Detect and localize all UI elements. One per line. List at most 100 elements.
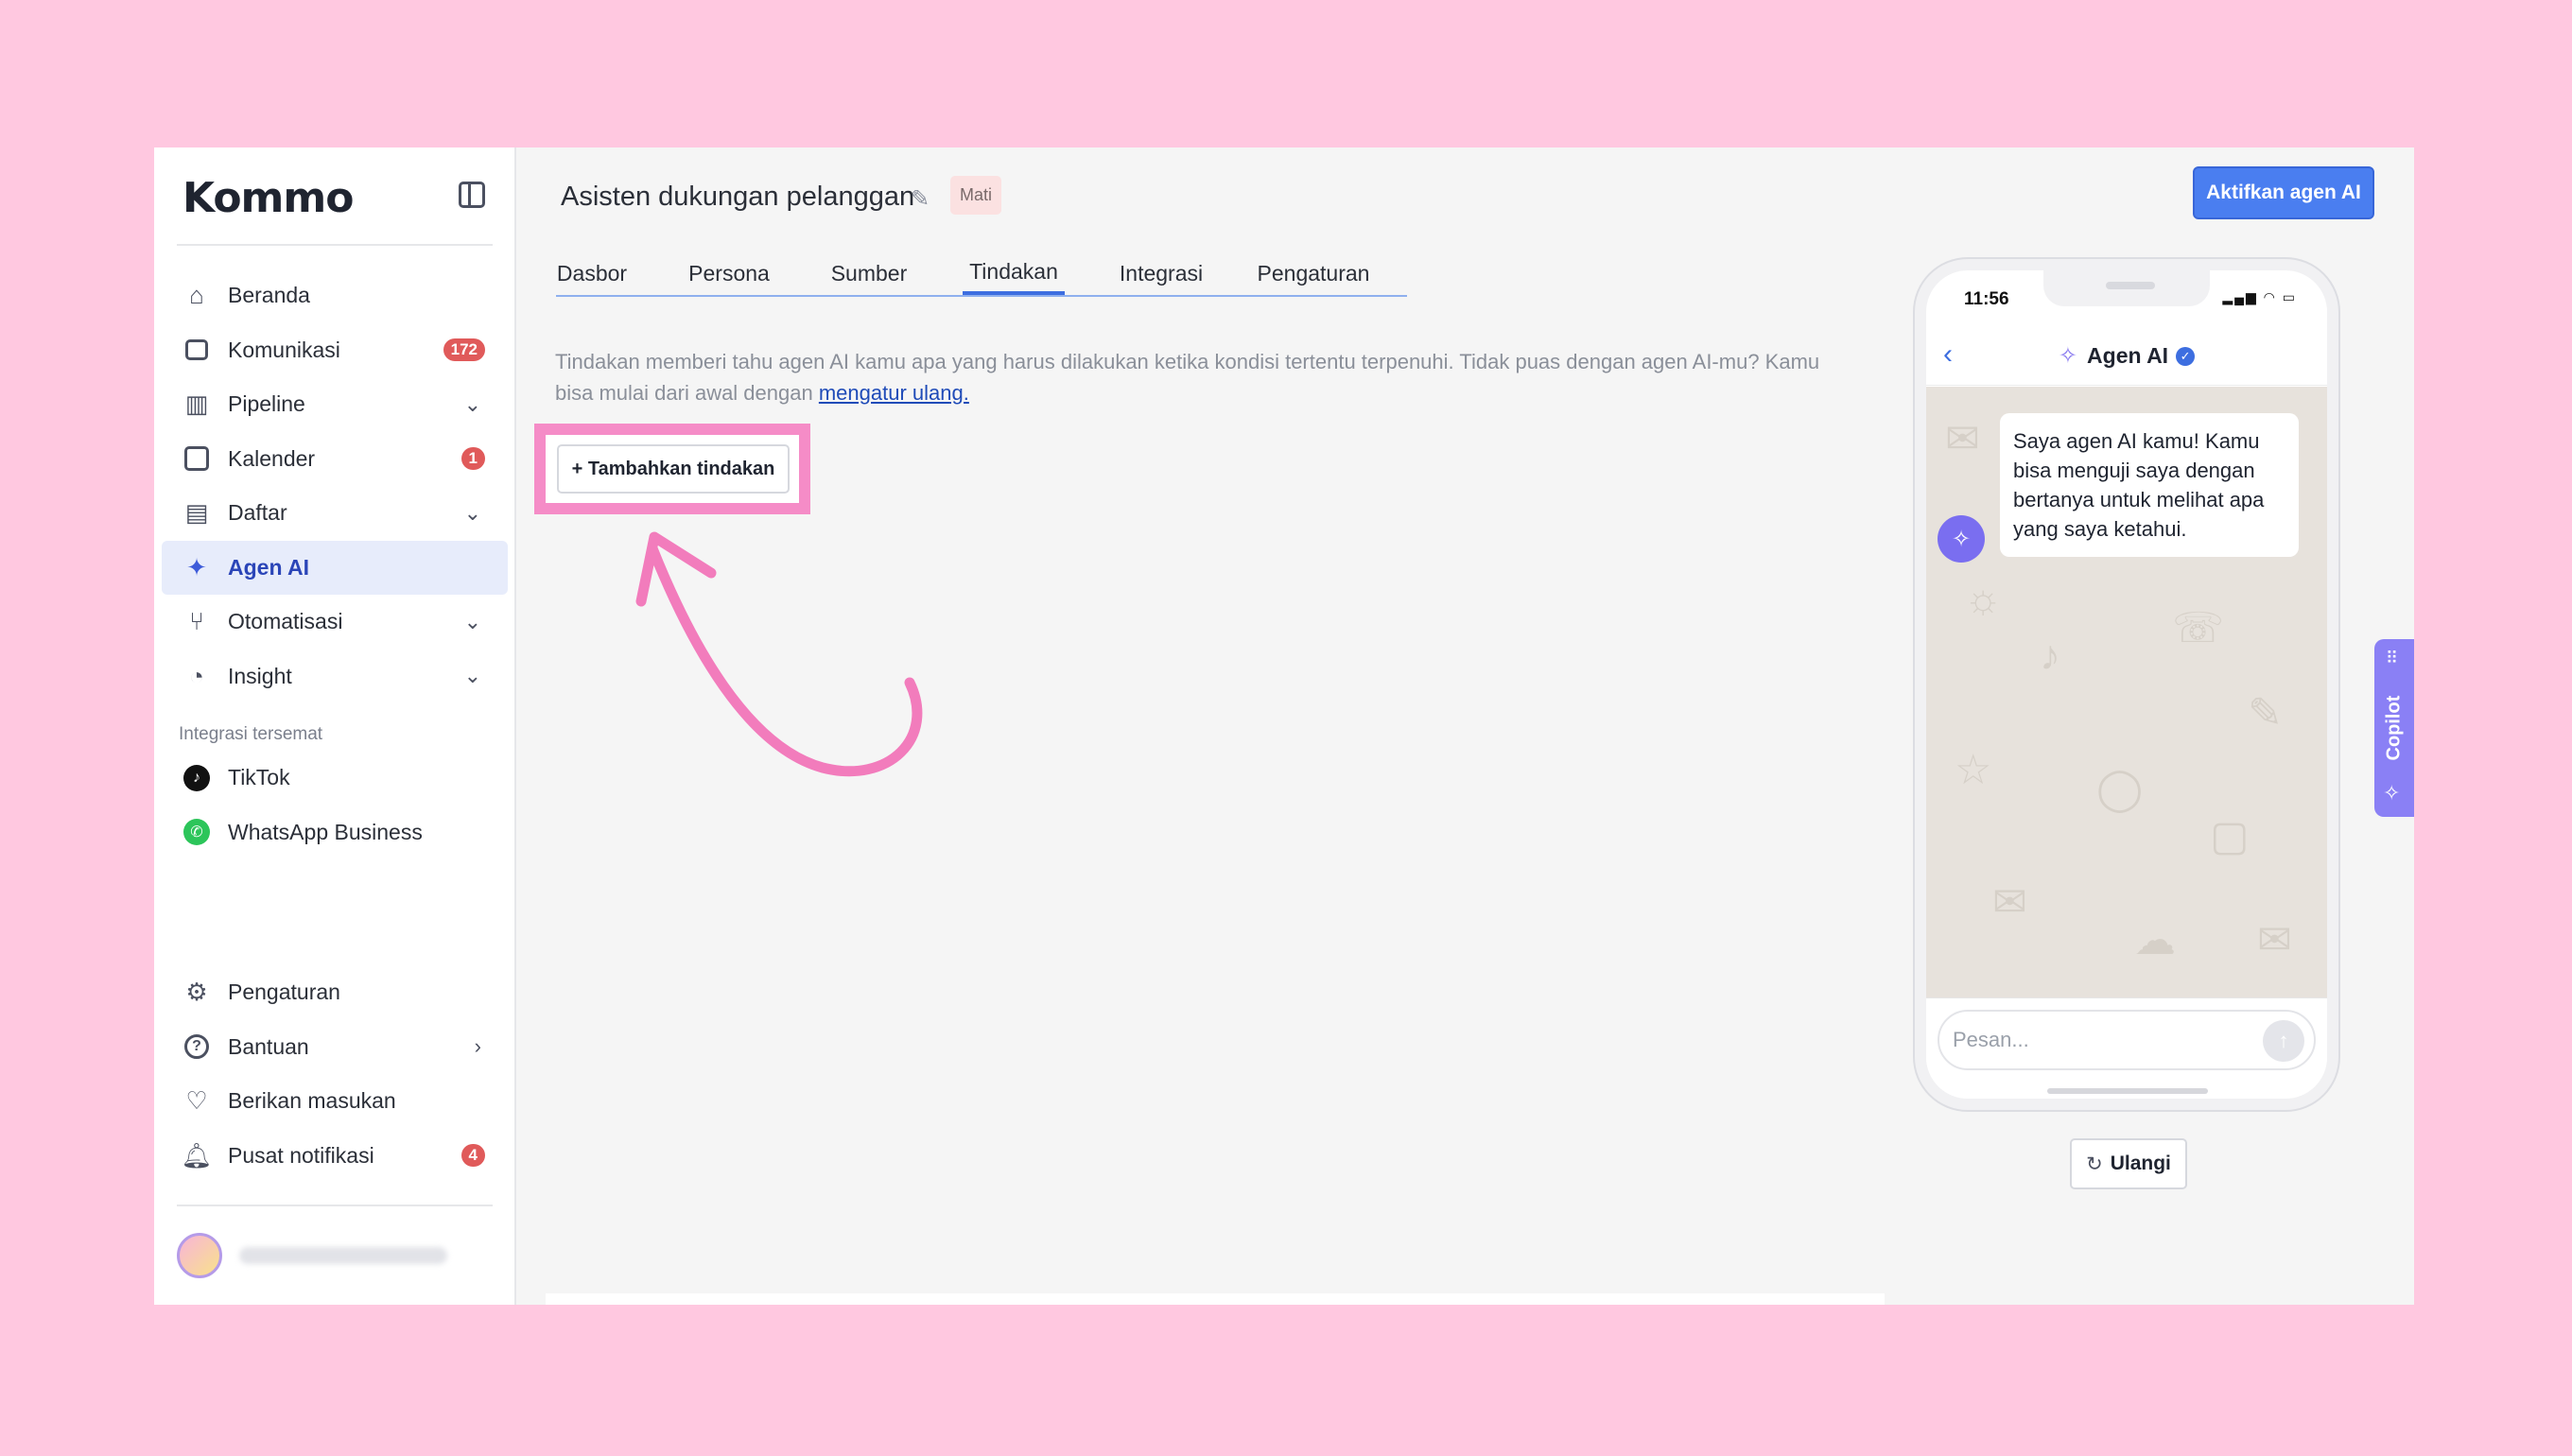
app-window: Kommo ⌂ Beranda Komunikasi 172 ▥ Pipelin… xyxy=(154,147,2414,1305)
tab-tindakan[interactable]: Tindakan xyxy=(963,251,1065,295)
phone-notch xyxy=(2043,270,2210,306)
signal-wifi-battery-icon: ▂▄▆ ◠ ▭ xyxy=(2222,289,2297,304)
add-action-button[interactable]: + Tambahkan tindakan xyxy=(557,444,790,494)
section-label: Integrasi tersemat xyxy=(179,724,323,744)
sidebar-item-label: Komunikasi xyxy=(228,337,340,362)
sidebar-item-komunikasi[interactable]: Komunikasi 172 xyxy=(162,323,508,378)
doodle-icon: ✎ xyxy=(2248,690,2283,737)
chevron-right-icon[interactable]: › xyxy=(475,1034,481,1059)
status-badge: Mati xyxy=(950,176,1002,215)
doodle-icon: ☼ xyxy=(1964,576,2003,622)
doodle-icon: ✉ xyxy=(1945,416,1980,462)
reset-chat-button[interactable]: ↻ Ulangi xyxy=(2070,1138,2187,1189)
sidebar-collapse-icon[interactable] xyxy=(459,182,485,208)
sidebar-item-tiktok[interactable]: ♪ TikTok xyxy=(162,751,508,806)
reset-chat-label: Ulangi xyxy=(2110,1153,2171,1174)
copilot-tab[interactable]: ⠿ Copilot ✧ xyxy=(2374,639,2414,817)
help-icon: ? xyxy=(182,1032,211,1061)
user-profile[interactable] xyxy=(177,1233,447,1278)
doodle-icon: ✉ xyxy=(2257,917,2292,963)
copilot-label: Copilot xyxy=(2383,695,2405,761)
sidebar-item-otomatisasi[interactable]: ⑂ Otomatisasi ⌄ xyxy=(162,595,508,650)
doodle-icon: ☁ xyxy=(2134,917,2176,963)
chevron-down-icon[interactable]: ⌄ xyxy=(464,664,481,688)
sidebar-item-label: Insight xyxy=(228,663,292,688)
sidebar: Kommo ⌂ Beranda Komunikasi 172 ▥ Pipelin… xyxy=(154,147,516,1305)
chevron-down-icon[interactable]: ⌄ xyxy=(464,501,481,526)
sidebar-item-pusat-notifikasi[interactable]: 🔔︎ Pusat notifikasi 4 xyxy=(162,1129,508,1184)
integrations-nav: ♪ TikTok ✆ WhatsApp Business xyxy=(162,751,508,859)
calendar-badge: 1 xyxy=(461,447,485,471)
highlight-frame: + Tambahkan tindakan xyxy=(534,424,810,514)
bot-message-bubble: Saya agen AI kamu! Kamu bisa menguji say… xyxy=(2000,413,2299,557)
doodle-icon: ♪ xyxy=(2040,633,2060,679)
unread-badge: 172 xyxy=(443,338,485,362)
pencil-icon[interactable]: ✎ xyxy=(911,185,930,213)
sidebar-item-pengaturan[interactable]: ⚙ Pengaturan xyxy=(162,965,508,1020)
avatar[interactable] xyxy=(177,1233,222,1278)
sparkle-icon: ✧ xyxy=(2058,343,2078,369)
tab-dasbor[interactable]: Dasbor xyxy=(557,251,627,295)
sidebar-item-bantuan[interactable]: ? Bantuan › xyxy=(162,1020,508,1075)
sidebar-item-label: Daftar xyxy=(228,500,287,526)
page-title: Asisten dukungan pelanggan xyxy=(561,182,915,212)
divider xyxy=(177,1205,493,1206)
sparkle-icon: ✧ xyxy=(2383,781,2401,805)
kommo-logo[interactable]: Kommo xyxy=(182,174,354,222)
sidebar-item-pipeline[interactable]: ▥ Pipeline ⌄ xyxy=(162,377,508,432)
tiktok-icon: ♪ xyxy=(182,764,211,792)
tab-persona[interactable]: Persona xyxy=(688,251,770,295)
pipeline-icon: ▥ xyxy=(184,390,209,419)
tab-pengaturan[interactable]: Pengaturan xyxy=(1258,251,1370,295)
sidebar-item-whatsapp[interactable]: ✆ WhatsApp Business xyxy=(162,806,508,860)
back-arrow-icon[interactable]: ‹ xyxy=(1943,338,1953,371)
home-icon: ⌂ xyxy=(189,281,204,310)
doodle-icon: ✉ xyxy=(1992,879,2027,926)
gear-icon: ⚙ xyxy=(185,978,208,1007)
doodle-icon: ☆ xyxy=(1955,747,1992,793)
sidebar-item-label: Pengaturan xyxy=(228,979,340,1005)
sidebar-item-label: Bantuan xyxy=(228,1033,309,1059)
blurred-user-name xyxy=(239,1247,447,1264)
reset-link[interactable]: mengatur ulang. xyxy=(819,381,969,405)
chat-icon xyxy=(182,336,211,364)
sidebar-item-daftar[interactable]: ▤ Daftar ⌄ xyxy=(162,486,508,541)
heart-icon: ♡ xyxy=(185,1086,208,1116)
chat-area: ✉ ☼ ♪ ☏ ✎ ☆ ◯ ▢ ✉ ☁ ✉ Saya agen AI kamu!… xyxy=(1926,387,2327,997)
doodle-icon: ☏ xyxy=(2172,605,2225,651)
bottom-nav: ⚙ Pengaturan ? Bantuan › ♡ Berikan masuk… xyxy=(162,965,508,1183)
sidebar-item-agen-ai[interactable]: ✦ Agen AI xyxy=(162,540,508,595)
actions-description: Tindakan memberi tahu agen AI kamu apa y… xyxy=(555,346,1841,408)
notification-badge: 4 xyxy=(461,1144,485,1168)
activate-ai-agent-button[interactable]: Aktifkan agen AI xyxy=(2193,166,2374,219)
tab-sumber[interactable]: Sumber xyxy=(830,251,908,295)
sidebar-item-insight[interactable]: ◔ Insight ⌄ xyxy=(162,650,508,704)
chevron-down-icon[interactable]: ⌄ xyxy=(464,392,481,417)
chat-header: ‹ ✧ Agen AI ✓ xyxy=(1926,327,2327,386)
bell-icon: 🔔︎ xyxy=(181,1140,213,1170)
sidebar-item-label: TikTok xyxy=(228,765,290,790)
sidebar-item-label: Kalender xyxy=(228,445,316,471)
chevron-down-icon[interactable]: ⌄ xyxy=(464,610,481,634)
phone-time: 11:56 xyxy=(1964,289,2009,309)
sidebar-item-label: WhatsApp Business xyxy=(228,819,423,844)
phone-preview: 11:56 ▂▄▆ ◠ ▭ ‹ ✧ Agen AI ✓ ✉ ☼ ♪ ☏ ✎ ☆ … xyxy=(1915,259,2338,1110)
sparkle-icon: ✦ xyxy=(186,552,207,581)
doodle-icon: ◯ xyxy=(2096,766,2144,812)
content-panel-edge xyxy=(546,1293,1885,1305)
send-arrow-icon[interactable]: ↑ xyxy=(2263,1020,2304,1062)
home-indicator xyxy=(2047,1088,2208,1094)
calendar-icon xyxy=(182,444,211,473)
main-nav: ⌂ Beranda Komunikasi 172 ▥ Pipeline ⌄ Ka… xyxy=(162,269,508,703)
sidebar-item-beranda[interactable]: ⌂ Beranda xyxy=(162,269,508,323)
drag-handle-icon[interactable]: ⠿ xyxy=(2386,649,2398,668)
tab-integrasi[interactable]: Integrasi xyxy=(1118,251,1205,295)
verified-check-icon: ✓ xyxy=(2176,346,2196,366)
sidebar-item-label: Beranda xyxy=(228,283,310,308)
chat-title: Agen AI xyxy=(2087,343,2169,368)
message-input[interactable]: Pesan... xyxy=(1938,1010,2316,1070)
doodle-icon: ▢ xyxy=(2210,813,2250,859)
tab-bar: Dasbor Persona Sumber Tindakan Integrasi… xyxy=(556,251,1407,297)
sidebar-item-kalender[interactable]: Kalender 1 xyxy=(162,432,508,487)
sidebar-item-berikan-masukan[interactable]: ♡ Berikan masukan xyxy=(162,1074,508,1129)
